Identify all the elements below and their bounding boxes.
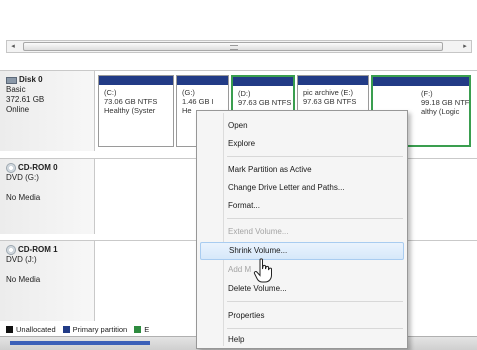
volume-size: 97.63 GB NTFS	[238, 98, 292, 107]
menu-item-properties[interactable]: Properties	[200, 307, 404, 325]
legend-extended: E	[144, 325, 150, 334]
menu-separator	[227, 156, 403, 157]
volume-size: 99.18 GB NTFS	[421, 98, 471, 107]
primary-swatch	[62, 326, 70, 333]
menu-item-help[interactable]: Help	[200, 331, 404, 349]
cdrom-1-label[interactable]: CD-ROM 1 DVD (J:) No Media	[0, 241, 95, 321]
cdrom-status: No Media	[6, 275, 41, 284]
volume-letter: (C:)	[104, 88, 117, 97]
volume-letter: (G:)	[182, 88, 195, 97]
volume-bar	[177, 76, 228, 85]
volume-letter: (D:)	[238, 89, 251, 98]
volume-letter: pic archive (E:)	[303, 88, 354, 97]
disk-0-label[interactable]: Disk 0 Basic 372.61 GB Online	[0, 71, 95, 151]
menu-item-shrink[interactable]: Shrink Volume...	[200, 242, 404, 260]
cdrom-name: CD-ROM 1	[18, 245, 58, 254]
legend-primary: Primary partition	[72, 325, 128, 334]
cdrom-0-label[interactable]: CD-ROM 0 DVD (G:) No Media	[0, 159, 95, 234]
disk-icon	[6, 76, 17, 84]
volume-bar	[99, 76, 173, 85]
menu-item-explore[interactable]: Explore	[200, 135, 404, 153]
menu-item-change-letter[interactable]: Change Drive Letter and Paths...	[200, 179, 404, 197]
menu-item-delete[interactable]: Delete Volume...	[200, 280, 404, 298]
cdrom-status: No Media	[6, 193, 41, 202]
taskbar-highlight	[10, 341, 150, 345]
unallocated-swatch	[6, 326, 13, 333]
cdrom-type: DVD (J:)	[6, 255, 37, 264]
context-menu: Open Explore Mark Partition as Active Ch…	[196, 110, 408, 349]
volume-status: althy (Logic	[421, 107, 460, 116]
horizontal-scrollbar[interactable]: ◂ ▸	[6, 40, 472, 53]
volume-size: 73.06 GB NTFS	[104, 97, 158, 106]
menu-item-open[interactable]: Open	[200, 117, 404, 135]
menu-item-extend[interactable]: Extend Volume...	[200, 223, 404, 241]
hand-cursor-icon	[253, 258, 272, 283]
volume-bar	[298, 76, 368, 85]
extended-swatch	[134, 326, 142, 333]
legend: Unallocated Primary partition E	[6, 325, 149, 334]
legend-unallocated: Unallocated	[16, 325, 56, 334]
volume-status: Healthy (Syster	[104, 106, 156, 115]
disk-name: Disk 0	[19, 75, 43, 84]
grip-icon	[230, 45, 238, 50]
disk-type: Basic	[6, 85, 26, 94]
volume-bar	[233, 77, 293, 86]
cdrom-type: DVD (G:)	[6, 173, 39, 182]
scroll-right-icon[interactable]: ▸	[459, 41, 471, 52]
cd-icon	[6, 245, 16, 255]
menu-separator	[227, 301, 403, 302]
volume-c[interactable]: (C:) 73.06 GB NTFS Healthy (Syster	[98, 75, 174, 147]
scrollbar-thumb[interactable]	[23, 42, 443, 51]
cd-icon	[6, 163, 16, 173]
menu-item-add-mirror[interactable]: Add M	[200, 261, 404, 279]
volume-size: 1.46 GB I	[182, 97, 214, 106]
menu-item-format[interactable]: Format...	[200, 197, 404, 215]
disk-status: Online	[6, 105, 30, 114]
cdrom-name: CD-ROM 0	[18, 163, 58, 172]
volume-bar	[373, 77, 469, 86]
volume-letter: (F:)	[421, 89, 433, 98]
disk-size: 372.61 GB	[6, 95, 45, 104]
volume-size: 97.63 GB NTFS	[303, 97, 357, 106]
menu-item-mark-active[interactable]: Mark Partition as Active	[200, 161, 404, 179]
menu-separator	[227, 328, 403, 329]
menu-separator	[227, 218, 403, 219]
scroll-left-icon[interactable]: ◂	[7, 41, 19, 52]
